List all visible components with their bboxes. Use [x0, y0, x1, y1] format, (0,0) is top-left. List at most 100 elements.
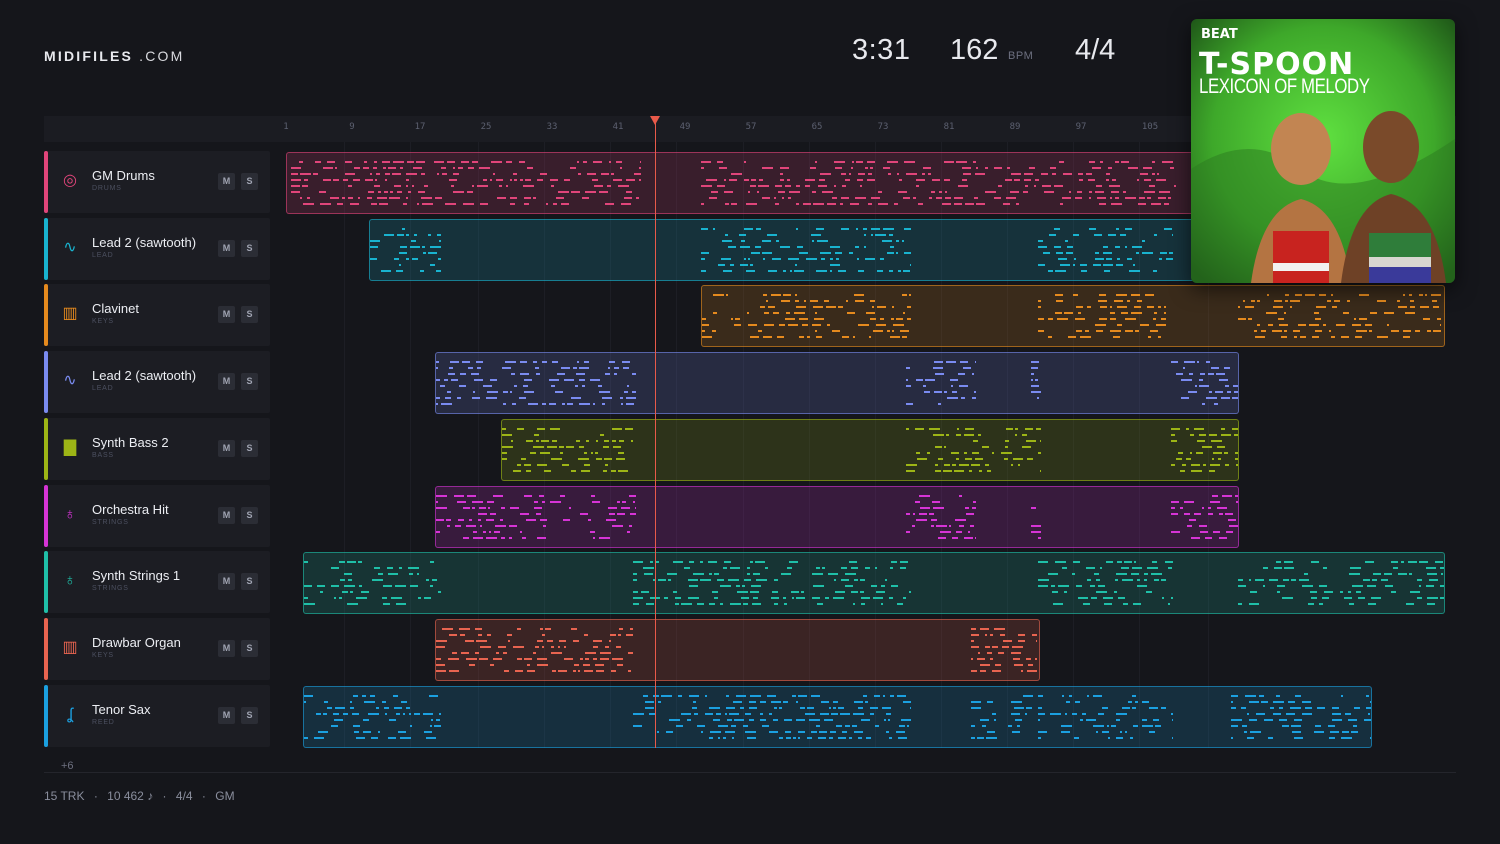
- mute-button[interactable]: M: [218, 240, 235, 257]
- midi-clip[interactable]: [303, 552, 1445, 614]
- midi-note: [873, 597, 883, 599]
- solo-button[interactable]: S: [241, 173, 258, 190]
- playhead[interactable]: [655, 116, 656, 748]
- midi-note: [561, 203, 569, 205]
- mute-button[interactable]: M: [218, 573, 235, 590]
- midi-clip[interactable]: [435, 352, 1239, 414]
- midi-note: [1056, 300, 1063, 302]
- midi-note: [406, 179, 409, 181]
- midi-note: [1125, 318, 1136, 320]
- midi-clip[interactable]: [369, 219, 1197, 281]
- midi-note: [1441, 573, 1443, 575]
- midi-note: [374, 567, 380, 569]
- cover-label: BEAT: [1201, 27, 1238, 42]
- midi-note: [798, 695, 807, 697]
- midi-note: [1092, 167, 1101, 169]
- track-header[interactable]: ◎ GM Drums DRUMS M S: [44, 151, 270, 213]
- solo-button[interactable]: S: [241, 707, 258, 724]
- track-header[interactable]: ∿ Lead 2 (sawtooth) LEAD M S: [44, 351, 270, 413]
- solo-button[interactable]: S: [241, 240, 258, 257]
- midi-note: [1311, 561, 1319, 563]
- mute-button[interactable]: M: [218, 173, 235, 190]
- track-header[interactable]: ▥ Clavinet KEYS M S: [44, 284, 270, 346]
- solo-button[interactable]: S: [241, 373, 258, 390]
- track-name[interactable]: Lead 2 (sawtooth): [92, 368, 196, 383]
- mute-button[interactable]: M: [218, 440, 235, 457]
- midi-note: [834, 579, 836, 581]
- track-header[interactable]: ʆ Tenor Sax REED M S: [44, 685, 270, 747]
- midi-note: [503, 652, 507, 654]
- track-name[interactable]: Clavinet: [92, 301, 139, 316]
- track-header[interactable]: ♁ Orchestra Hit STRINGS M S: [44, 485, 270, 547]
- midi-note: [807, 336, 810, 338]
- solo-button[interactable]: S: [241, 306, 258, 323]
- midi-clip[interactable]: [286, 152, 1197, 214]
- midi-clip[interactable]: [501, 419, 1239, 481]
- midi-note: [596, 440, 598, 442]
- track-name[interactable]: Tenor Sax: [92, 702, 151, 717]
- playhead-handle[interactable]: [650, 116, 660, 125]
- solo-button[interactable]: S: [241, 573, 258, 590]
- track-header[interactable]: ♁ Synth Strings 1 STRINGS M S: [44, 551, 270, 613]
- solo-button[interactable]: S: [241, 507, 258, 524]
- midi-note: [959, 495, 962, 497]
- midi-note: [350, 701, 352, 703]
- midi-note: [564, 658, 573, 660]
- brand-logo[interactable]: MIDIFILES .COM: [44, 48, 184, 64]
- midi-note: [899, 725, 905, 727]
- track-header[interactable]: ▥ Drawbar Organ KEYS M S: [44, 618, 270, 680]
- midi-note: [1384, 312, 1394, 314]
- track-header[interactable]: ∿ Lead 2 (sawtooth) LEAD M S: [44, 218, 270, 280]
- midi-note: [994, 719, 996, 721]
- midi-note: [1095, 252, 1099, 254]
- midi-note: [523, 185, 534, 187]
- midi-note: [900, 567, 906, 569]
- track-name[interactable]: Synth Strings 1: [92, 568, 180, 583]
- track-header[interactable]: ▇ Synth Bass 2 BASS M S: [44, 418, 270, 480]
- midi-note: [603, 446, 609, 448]
- midi-clip[interactable]: [435, 486, 1239, 548]
- midi-note: [1011, 173, 1021, 175]
- mute-button[interactable]: M: [218, 707, 235, 724]
- mute-button[interactable]: M: [218, 507, 235, 524]
- midi-note: [344, 573, 352, 575]
- midi-note: [436, 397, 440, 399]
- midi-clip[interactable]: [303, 686, 1372, 748]
- midi-note: [331, 567, 339, 569]
- midi-note: [896, 318, 903, 320]
- footer-divider: [44, 772, 1456, 773]
- midi-note: [412, 258, 418, 260]
- midi-note: [383, 603, 390, 605]
- midi-note: [1099, 203, 1106, 205]
- midi-note: [387, 567, 393, 569]
- midi-note: [1268, 324, 1273, 326]
- midi-note: [1117, 324, 1122, 326]
- midi-clip[interactable]: [701, 285, 1445, 347]
- midi-note: [370, 246, 378, 248]
- midi-clip[interactable]: [435, 619, 1040, 681]
- midi-note: [412, 185, 414, 187]
- midi-note: [361, 591, 369, 593]
- midi-note: [436, 658, 441, 660]
- mute-button[interactable]: M: [218, 640, 235, 657]
- midi-note: [319, 191, 326, 193]
- track-name[interactable]: Synth Bass 2: [92, 435, 169, 450]
- track-name[interactable]: GM Drums: [92, 168, 155, 183]
- solo-button[interactable]: S: [241, 640, 258, 657]
- track-name[interactable]: Lead 2 (sawtooth): [92, 235, 196, 250]
- mute-button[interactable]: M: [218, 306, 235, 323]
- solo-button[interactable]: S: [241, 440, 258, 457]
- midi-note: [932, 179, 940, 181]
- track-name[interactable]: Orchestra Hit: [92, 502, 169, 517]
- midi-note: [736, 585, 740, 587]
- mute-button[interactable]: M: [218, 373, 235, 390]
- track-name[interactable]: Drawbar Organ: [92, 635, 181, 650]
- midi-note: [842, 185, 846, 187]
- midi-note: [342, 197, 345, 199]
- midi-note: [1035, 658, 1037, 660]
- midi-note: [1132, 695, 1136, 697]
- more-tracks-label[interactable]: +6: [61, 760, 74, 772]
- midi-note: [972, 397, 976, 399]
- midi-note: [725, 731, 735, 733]
- midi-note: [599, 391, 610, 393]
